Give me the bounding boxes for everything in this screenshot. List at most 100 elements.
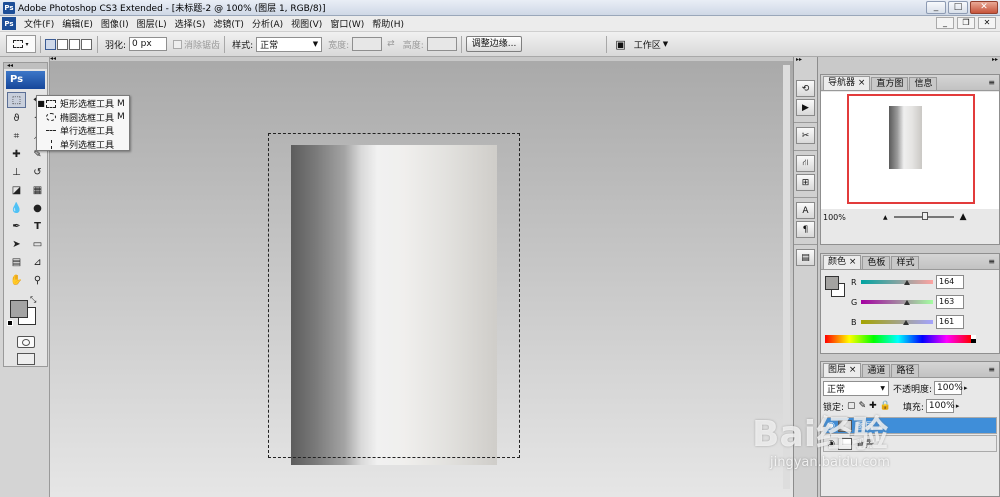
shape-tool-icon[interactable]: ▭ — [28, 236, 47, 252]
notes-tool-icon[interactable]: ▤ — [7, 254, 26, 270]
green-slider-knob[interactable] — [904, 300, 910, 305]
foreground-color-swatch[interactable] — [10, 300, 28, 318]
new-selection-button[interactable] — [45, 38, 56, 50]
tab-color[interactable]: 颜色 × — [823, 255, 862, 269]
path-select-icon[interactable]: ➤ — [7, 236, 26, 252]
panels-collapse-handle[interactable]: ▸▸ — [818, 57, 1000, 63]
red-slider-knob[interactable] — [904, 280, 911, 285]
zoom-tool-icon[interactable]: ⚲ — [28, 272, 47, 288]
color-spectrum[interactable] — [825, 335, 971, 343]
red-slider[interactable] — [861, 280, 933, 284]
doc-close-button[interactable]: ✕ — [978, 17, 996, 29]
menu-help[interactable]: 帮助(H) — [368, 17, 408, 30]
heal-tool-icon[interactable]: ✚ — [7, 146, 26, 162]
zoom-level[interactable]: 100% — [823, 213, 883, 222]
tab-swatches[interactable]: 色板 — [862, 256, 891, 269]
type-tool-icon[interactable]: T — [28, 218, 47, 234]
dock-collapse-handle[interactable]: ▸▸ — [794, 57, 817, 63]
tab-histogram[interactable]: 直方图 — [871, 77, 909, 90]
dodge-tool-icon[interactable]: ● — [28, 200, 47, 216]
swap-colors-icon[interactable]: ⤡ — [30, 295, 36, 305]
lock-pixels-icon[interactable]: ✎ — [859, 401, 867, 411]
history-brush-icon[interactable]: ↺ — [28, 164, 47, 180]
menu-view[interactable]: 视图(V) — [287, 17, 326, 30]
blue-slider-knob[interactable] — [903, 320, 910, 325]
default-colors-icon[interactable] — [7, 320, 13, 326]
panel-menu-icon[interactable]: ≡ — [988, 255, 995, 269]
tool-presets-icon[interactable]: ✂ — [796, 127, 815, 144]
layer-row[interactable]: ◉ 图层 1 — [823, 417, 997, 434]
brushes-panel-icon[interactable]: ⛙ — [796, 155, 815, 172]
tab-navigator[interactable]: 导航器 × — [823, 76, 871, 90]
menu-filter[interactable]: 滤镜(T) — [209, 17, 248, 30]
vertical-scrollbar[interactable] — [783, 65, 790, 489]
doc-restore-button[interactable]: ❐ — [957, 17, 975, 29]
tab-layers[interactable]: 图层 × — [823, 363, 862, 377]
minimize-button[interactable]: _ — [926, 1, 946, 14]
tab-styles[interactable]: 样式 — [891, 256, 920, 269]
toolbox-collapse-handle[interactable]: ◂◂ — [4, 63, 47, 69]
zoom-in-icon[interactable]: ▲ — [960, 212, 967, 222]
intersect-selection-button[interactable] — [81, 38, 92, 50]
flyout-item-ellipse-marquee[interactable]: 椭圆选框工具 M — [37, 111, 129, 125]
blur-tool-icon[interactable]: 💧 — [7, 200, 26, 216]
menu-edit[interactable]: 编辑(E) — [58, 17, 97, 30]
flyout-item-single-row[interactable]: 单行选框工具 — [37, 124, 129, 138]
menu-window[interactable]: 窗口(W) — [326, 17, 368, 30]
opacity-input[interactable]: 100% — [934, 381, 963, 395]
panel-menu-icon[interactable]: ≡ — [988, 363, 995, 377]
zoom-slider-knob[interactable] — [921, 212, 928, 220]
gradient-tool-icon[interactable]: ▦ — [28, 182, 47, 198]
green-slider[interactable] — [861, 300, 933, 304]
lock-all-icon[interactable]: 🔒 — [880, 401, 891, 411]
panel-menu-icon[interactable]: ≡ — [988, 76, 995, 90]
flyout-item-single-column[interactable]: 单列选框工具 — [37, 138, 129, 152]
subtract-selection-button[interactable] — [69, 38, 80, 50]
zoom-slider[interactable] — [893, 212, 954, 220]
stamp-tool-icon[interactable]: ⊥ — [7, 164, 26, 180]
black-white-ramp[interactable] — [971, 335, 976, 343]
blue-slider[interactable] — [861, 320, 933, 324]
refine-edge-button[interactable]: 调整边缘... — [465, 36, 523, 52]
layer-row[interactable]: ◉ 背景 — [823, 435, 997, 452]
add-selection-button[interactable] — [57, 38, 68, 50]
navigator-view-box[interactable] — [847, 94, 975, 204]
crop-tool-icon[interactable]: ⌗ — [7, 128, 26, 144]
eye-icon[interactable]: ◉ — [824, 421, 838, 431]
height-input[interactable] — [426, 37, 457, 51]
eraser-tool-icon[interactable]: ◪ — [7, 182, 26, 198]
workspace-menu[interactable]: 工作区 — [634, 38, 661, 51]
palette-well-icon[interactable]: ▣ — [615, 38, 625, 51]
tab-channels[interactable]: 通道 — [862, 364, 891, 377]
zoom-out-icon[interactable]: ▲ — [883, 214, 888, 221]
lasso-tool-icon[interactable]: ϑ — [7, 110, 26, 126]
blend-mode-select[interactable]: 正常 ▼ — [823, 380, 889, 396]
maximize-button[interactable]: □ — [948, 1, 968, 14]
character-panel-icon[interactable]: A — [796, 202, 815, 219]
red-value-input[interactable]: 164 — [936, 275, 964, 289]
menu-file[interactable]: 文件(F) — [20, 17, 58, 30]
menu-analysis[interactable]: 分析(A) — [248, 17, 287, 30]
tab-info[interactable]: 信息 — [909, 77, 938, 90]
opacity-arrow-icon[interactable]: ▸ — [964, 384, 968, 392]
fill-input[interactable]: 100% — [925, 399, 955, 413]
quick-mask-button[interactable] — [16, 336, 35, 348]
tool-preset-picker[interactable]: ▾ — [6, 35, 36, 53]
lock-position-icon[interactable]: ✚ — [869, 401, 877, 411]
width-input[interactable] — [352, 37, 383, 51]
fill-arrow-icon[interactable]: ▸ — [956, 402, 960, 410]
green-value-input[interactable]: 163 — [936, 295, 964, 309]
clone-source-icon[interactable]: ⊞ — [796, 174, 815, 191]
style-select[interactable]: 正常 ▼ — [256, 36, 323, 52]
actions-panel-icon[interactable]: ▶ — [796, 99, 815, 116]
flyout-item-rect-marquee[interactable]: ■ 矩形选框工具 M — [37, 97, 129, 111]
feather-input[interactable]: 0 px — [129, 37, 168, 51]
navigator-preview[interactable] — [821, 92, 999, 209]
menu-layer[interactable]: 图层(L) — [133, 17, 171, 30]
hand-tool-icon[interactable]: ✋ — [7, 272, 26, 288]
antialias-checkbox[interactable] — [173, 39, 183, 49]
menu-select[interactable]: 选择(S) — [171, 17, 210, 30]
marquee-tool-icon[interactable]: ⬚ — [7, 92, 26, 108]
eye-icon[interactable]: ◉ — [824, 439, 838, 449]
history-panel-icon[interactable]: ⟲ — [796, 80, 815, 97]
